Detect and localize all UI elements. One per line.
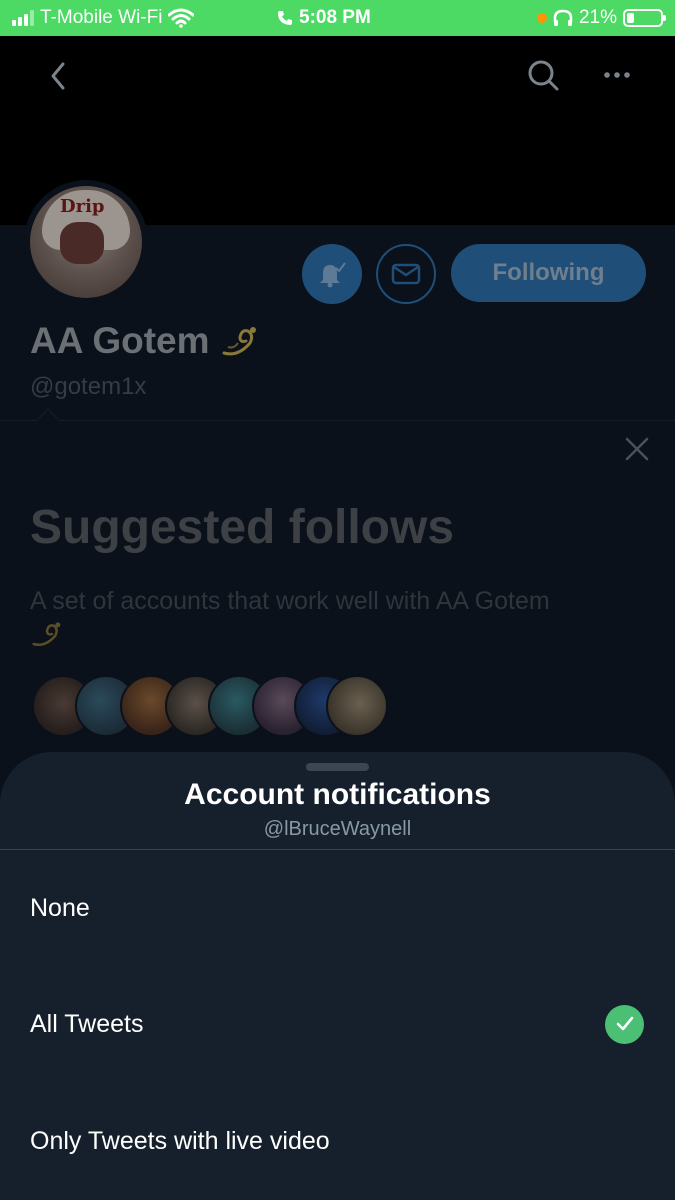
status-left: T-Mobile Wi-Fi <box>12 0 195 36</box>
message-button[interactable] <box>376 244 436 304</box>
suggested-description-text: A set of accounts that work well with AA… <box>30 587 550 615</box>
battery-level <box>627 13 634 23</box>
headphones-icon <box>553 9 573 26</box>
mail-icon <box>391 263 421 285</box>
sheet-subtitle: @lBruceWaynell <box>263 818 412 840</box>
account-notifications-sheet: Account notifications @lBruceWaynell Non… <box>0 752 675 1200</box>
profile-name: AA Gotem <box>30 320 260 362</box>
battery-icon <box>623 9 666 27</box>
divider <box>0 420 675 421</box>
sheet-grabber[interactable] <box>306 763 369 771</box>
carrier-label: T-Mobile Wi-Fi <box>40 7 163 28</box>
wifi-icon <box>168 8 195 28</box>
sparkle-icon <box>222 327 256 356</box>
status-right: 21% <box>536 0 666 36</box>
following-button[interactable]: Following <box>451 244 646 302</box>
suggested-follows-title: Suggested follows <box>30 501 455 554</box>
suggested-follows-description: A set of accounts that work well with AA… <box>30 585 650 649</box>
sheet-divider <box>0 849 675 850</box>
option-all-tweets[interactable]: All Tweets <box>0 974 675 1074</box>
option-label: All Tweets <box>30 1009 144 1038</box>
avatar-image: Drip <box>30 186 142 298</box>
avatar-logo-text: Drip <box>60 196 105 217</box>
profile-name-text: AA Gotem <box>30 320 210 361</box>
status-center: 5:08 PM <box>277 0 371 36</box>
option-label: Only Tweets with live video <box>30 1126 330 1155</box>
status-bar: T-Mobile Wi-Fi 5:08 PM 21% <box>0 0 675 36</box>
close-icon[interactable] <box>624 436 650 462</box>
option-none[interactable]: None <box>0 858 675 958</box>
notifications-bell-button[interactable] <box>302 244 362 304</box>
search-icon[interactable] <box>526 58 560 92</box>
back-icon[interactable] <box>44 58 74 94</box>
phone-icon <box>278 11 292 25</box>
avatar[interactable]: Drip <box>24 180 148 304</box>
profile-handle: @gotem1x <box>30 373 147 400</box>
status-time: 5:08 PM <box>299 7 371 28</box>
battery-percent: 21% <box>578 7 617 28</box>
check-icon <box>605 1004 644 1044</box>
option-label: None <box>30 893 90 922</box>
recording-dot-icon <box>536 13 547 23</box>
option-live-video[interactable]: Only Tweets with live video <box>0 1091 675 1191</box>
suggested-avatar[interactable] <box>326 675 388 737</box>
bell-icon <box>320 262 346 288</box>
sheet-title: Account notifications <box>184 778 491 811</box>
sparkle-icon <box>32 622 61 647</box>
signal-icon <box>12 10 34 26</box>
more-icon[interactable] <box>600 60 634 90</box>
